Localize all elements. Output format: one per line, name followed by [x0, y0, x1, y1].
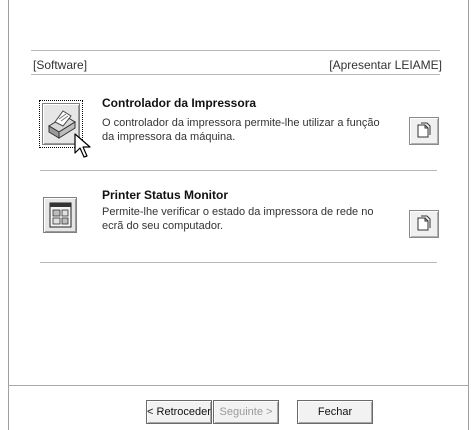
next-button[interactable]: Seguinte >: [213, 400, 279, 424]
printer-driver-title: Controlador da Impressora: [102, 96, 257, 110]
window-left-border: [8, 0, 9, 430]
item-divider-1: [40, 170, 437, 171]
document-icon: [417, 122, 431, 138]
readme-link[interactable]: [Apresentar LEIAME]: [329, 58, 442, 72]
mouse-pointer-icon: [74, 133, 91, 158]
close-button[interactable]: Fechar: [297, 400, 373, 424]
status-monitor-button[interactable]: [43, 197, 77, 233]
printer-driver-doc-button[interactable]: [409, 117, 439, 145]
window-right-border: [468, 0, 469, 430]
header-bottom-divider: [31, 74, 440, 75]
back-button[interactable]: < Retroceder: [146, 400, 212, 424]
status-monitor-doc-button[interactable]: [409, 210, 439, 238]
software-label: [Software]: [33, 58, 88, 72]
status-monitor-description: Permite-lhe verificar o estado da impres…: [102, 206, 374, 232]
document-icon: [417, 215, 431, 231]
footer-divider: [8, 385, 469, 386]
printer-driver-description: O controlador da impressora permite-lhe …: [102, 117, 380, 143]
status-monitor-icon: [49, 202, 72, 228]
header-top-divider: [31, 50, 440, 51]
item-divider-2: [40, 262, 437, 263]
status-monitor-title: Printer Status Monitor: [102, 188, 229, 202]
